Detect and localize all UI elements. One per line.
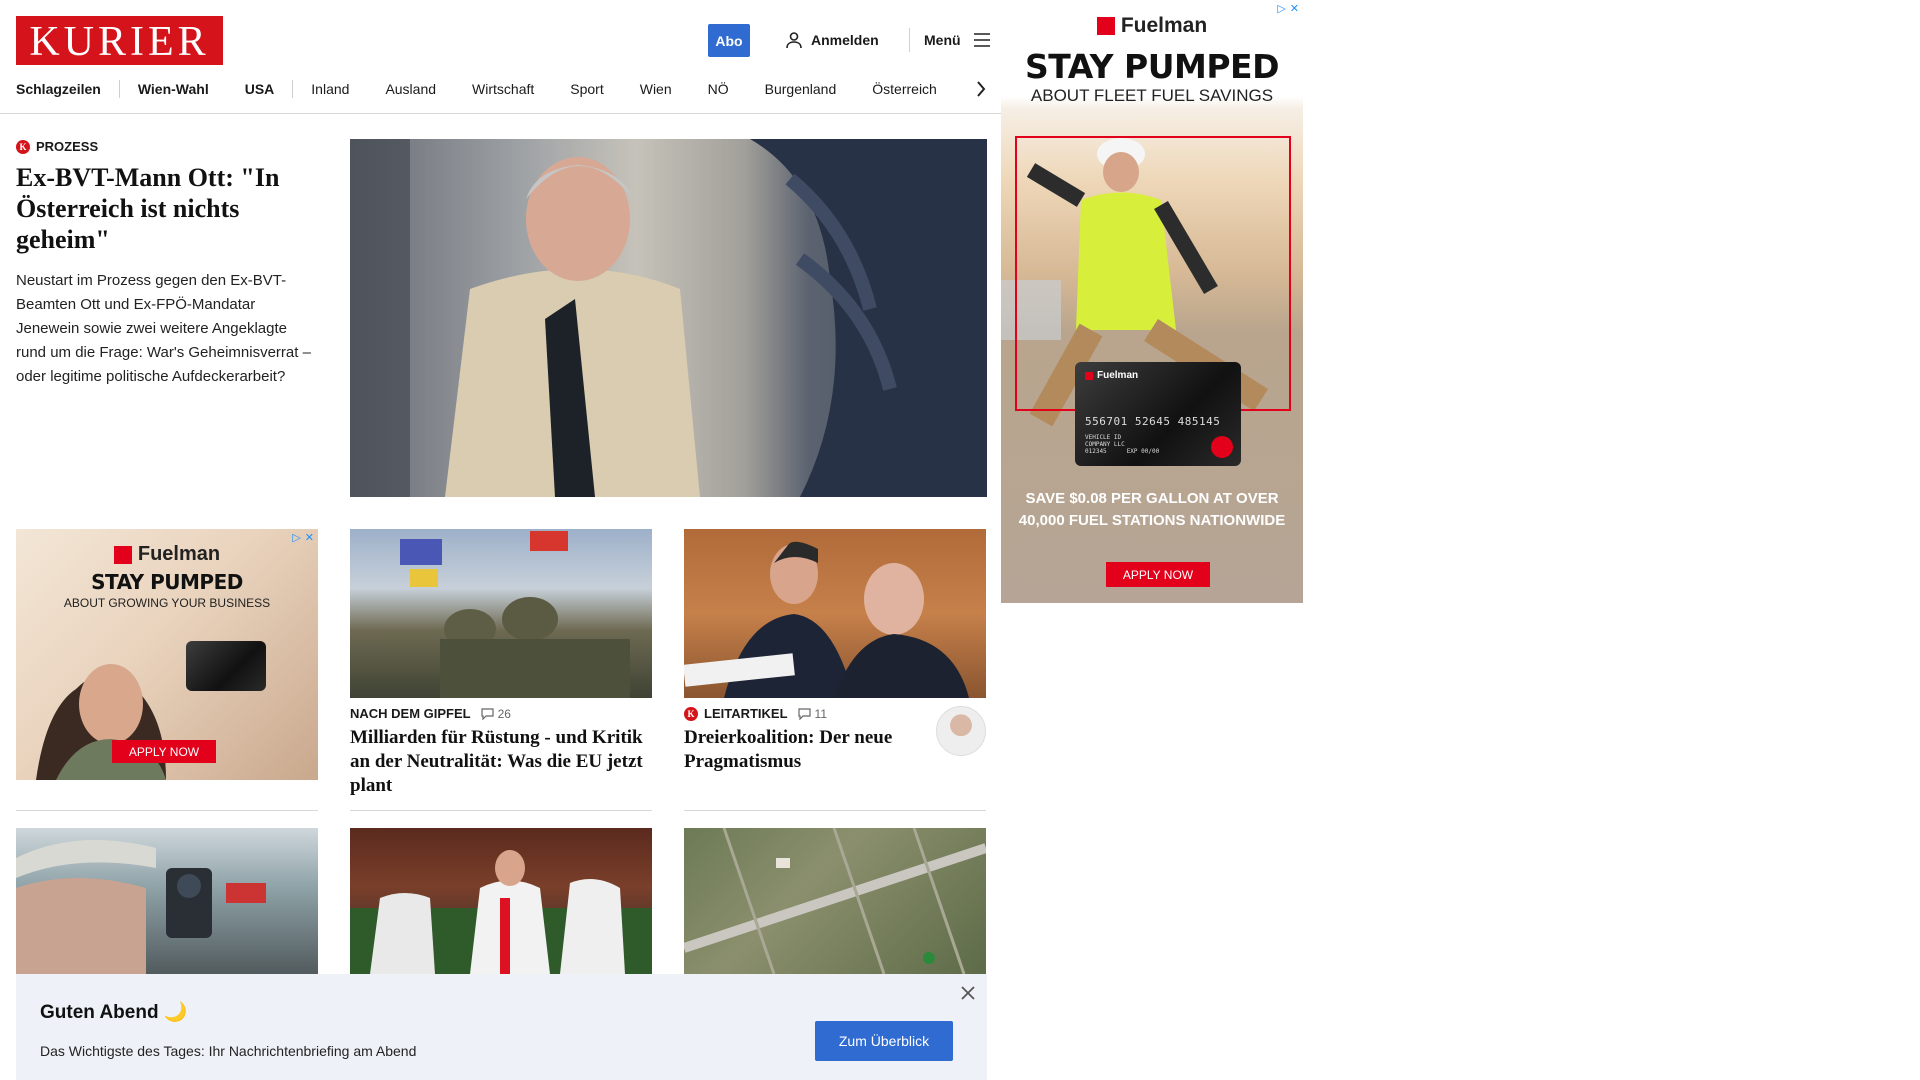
hero-article[interactable]: K Prozess Ex-BVT-Mann Ott: "In Österreic… [16, 139, 321, 389]
article-1-headline[interactable]: Milliarden für Rüstung - und Kritik an d… [350, 726, 652, 798]
article-2-kicker: Leitartikel [704, 706, 788, 721]
user-icon [786, 32, 802, 49]
article-2-comment-count: 11 [814, 706, 827, 721]
article-image-aerial[interactable] [684, 828, 986, 974]
abo-button[interactable]: Abo [708, 24, 750, 57]
article-image-military[interactable] [350, 529, 652, 698]
ad-apply-button[interactable]: APPLY NOW [112, 740, 216, 763]
politicians-photo-icon [684, 541, 969, 698]
article-1-comments[interactable]: 26 [481, 707, 511, 721]
article-2-meta: K Leitartikel 11 [684, 706, 827, 721]
card-line-2: COMPANY LLC [1085, 441, 1125, 448]
divider [350, 810, 652, 811]
nav-divider [292, 80, 294, 98]
article-image-politicians[interactable] [684, 529, 986, 698]
nav-divider [118, 80, 120, 98]
nav-item-wirtschaft[interactable]: Wirtschaft [472, 81, 534, 97]
hamburger-menu-icon [973, 33, 990, 47]
hero-kicker: K Prozess [16, 139, 321, 154]
football-players-photo-icon [350, 850, 652, 974]
kurier-k-icon: K [16, 139, 30, 154]
close-icon[interactable] [959, 984, 977, 1002]
page: KURIER Abo Anmelden Menü Schlagzeilen Wi… [0, 0, 1010, 1080]
adchoices-icon[interactable]: ▷ ✕ [292, 531, 314, 544]
nav-item-usa[interactable]: USA [245, 81, 275, 97]
hero-image[interactable] [350, 139, 987, 497]
briefing-text: Das Wichtigste des Tages: Ihr Nachrichte… [40, 1043, 417, 1059]
nav-item-schlagzeilen[interactable]: Schlagzeilen [16, 81, 101, 97]
comment-icon [481, 707, 494, 720]
soldiers-photo-icon [400, 531, 630, 698]
ad-apply-button[interactable]: APPLY NOW [1106, 562, 1210, 587]
nav-item-oesterreich[interactable]: Österreich [872, 81, 937, 97]
nav-item-wien[interactable]: Wien [640, 81, 672, 97]
ad-headline: STAY PUMPED [1025, 47, 1279, 86]
article-1-meta: Nach dem Gipfel 26 [350, 706, 511, 721]
ad-subline: ABOUT GROWING YOUR BUSINESS [63, 596, 271, 610]
menu-label: Menü [924, 32, 961, 48]
nav-item-ausland[interactable]: Ausland [385, 81, 436, 97]
fuelman-logo-icon [1096, 17, 1115, 35]
nav-item-inland[interactable]: Inland [311, 81, 349, 97]
fuelman-brand: Fuelman [16, 543, 318, 566]
ad-promo-text: SAVE $0.08 PER GALLON AT OVER 40,000 FUE… [1018, 490, 1286, 529]
nav-item-sport[interactable]: Sport [570, 81, 603, 97]
card-emblem-icon [1211, 436, 1233, 458]
card-number: 556701 52645 485145 [1085, 415, 1221, 428]
login-link[interactable]: Anmelden [785, 28, 879, 52]
briefing-title: Guten Abend 🌙 [40, 1002, 188, 1023]
fuelman-brand: Fuelman [1001, 14, 1303, 38]
author-avatar [936, 706, 986, 756]
article-image-football[interactable] [350, 828, 652, 974]
adchoices-icon[interactable]: ▷ ✕ [1277, 2, 1299, 15]
nav-item-burgenland[interactable]: Burgenland [765, 81, 837, 97]
article-2-headline[interactable]: Dreierkoalition: Der neue Pragmatismus [684, 726, 924, 774]
divider [16, 810, 318, 811]
card-line-1: VEHICLE ID [1085, 434, 1122, 441]
site-header: KURIER Abo Anmelden Menü Schlagzeilen Wi… [0, 0, 1010, 114]
header-divider [909, 28, 910, 52]
hero-kicker-label: Prozess [36, 139, 99, 154]
article-1-comment-count: 26 [497, 706, 511, 721]
chevron-right-icon [977, 81, 986, 97]
ad-fuel-card-graphic [186, 641, 266, 691]
card-details: VEHICLE ID COMPANY LLC 012345 EXP 00/00 [1085, 434, 1231, 455]
fuelman-ad-skyscraper[interactable]: ▷ ✕ Fuelman STAY PUMPED ABOUT FLEET FUEL … [1001, 0, 1303, 603]
ad-headline: STAY PUMPED [91, 570, 243, 594]
article-2-comments[interactable]: 11 [797, 706, 827, 721]
hero-photo-man-icon [350, 139, 987, 497]
menu-button[interactable]: Menü [924, 28, 991, 52]
article-1-kicker: Nach dem Gipfel [350, 706, 471, 721]
article-image-police[interactable] [16, 828, 318, 974]
card-brand: Fuelman [1085, 370, 1231, 381]
hero-headline[interactable]: Ex-BVT-Mann Ott: "In Österreich ist nich… [16, 162, 321, 255]
article-2-kicker-wrap: K Leitartikel [684, 706, 788, 721]
hero-lead: Neustart im Prozess gegen den Ex-BVT-Bea… [16, 272, 311, 385]
nav-next-button[interactable] [972, 78, 990, 100]
kurier-logo[interactable]: KURIER [16, 16, 223, 65]
divider [684, 810, 986, 811]
fuelman-ad-small[interactable]: ▷ ✕ Fuelman STAY PUMPED ABOUT GROWING YOU… [16, 529, 318, 780]
fuelman-logo-icon [1085, 371, 1093, 380]
card-exp: EXP 00/00 [1126, 448, 1160, 455]
ad-subline: ABOUT FLEET FUEL SAVINGS [1030, 86, 1274, 105]
nav-item-wien-wahl[interactable]: Wien-Wahl [138, 81, 209, 97]
card-brand-text: Fuelman [1097, 370, 1139, 381]
comment-icon [797, 707, 811, 720]
overview-button[interactable]: Zum Überblick [815, 1021, 953, 1061]
police-photo-icon [16, 840, 266, 974]
section-nav: Schlagzeilen Wien-Wahl USA Inland Auslan… [16, 78, 937, 100]
aerial-map-photo-icon [684, 828, 986, 974]
ad-brand-text: Fuelman [137, 543, 221, 565]
login-label: Anmelden [811, 32, 879, 48]
ad-brand-text: Fuelman [1120, 14, 1208, 37]
card-line-3: 012345 [1085, 448, 1107, 455]
ad-fuel-card-graphic: Fuelman 556701 52645 485145 VEHICLE ID C… [1075, 362, 1241, 466]
kurier-k-icon: K [684, 706, 698, 721]
fuelman-logo-icon [113, 545, 132, 564]
nav-item-noe[interactable]: NÖ [708, 81, 729, 97]
evening-briefing-banner: Guten Abend 🌙 Das Wichtigste des Tages: … [16, 974, 987, 1080]
